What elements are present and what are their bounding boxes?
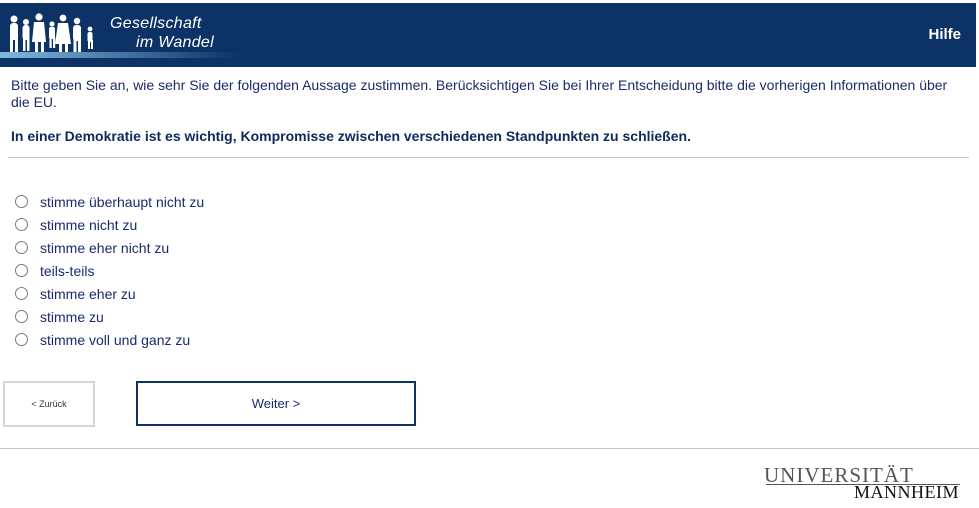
logo-text-line1: Gesellschaft	[110, 15, 202, 32]
logo-text-line2: im Wandel	[136, 34, 214, 51]
gesellschaft-im-wandel-logo: Gesellschaft im Wandel	[0, 3, 240, 67]
next-button[interactable]: Weiter >	[136, 381, 416, 426]
radio-button[interactable]	[15, 241, 28, 254]
option-stimme-zu[interactable]: stimme zu	[15, 305, 204, 328]
option-label: stimme eher zu	[40, 285, 136, 302]
university-mannheim-logo: UNIVERSITÄT MANNHEIM	[764, 463, 964, 502]
option-stimme-ueberhaupt-nicht-zu[interactable]: stimme überhaupt nicht zu	[15, 190, 204, 213]
option-stimme-eher-nicht-zu[interactable]: stimme eher nicht zu	[15, 236, 204, 259]
radio-button[interactable]	[15, 287, 28, 300]
option-stimme-nicht-zu[interactable]: stimme nicht zu	[15, 213, 204, 236]
option-label: stimme nicht zu	[40, 216, 138, 233]
option-stimme-voll-und-ganz-zu[interactable]: stimme voll und ganz zu	[15, 328, 204, 351]
option-label: stimme voll und ganz zu	[40, 331, 191, 348]
back-button[interactable]: < Zurück	[3, 381, 95, 427]
answer-options: stimme überhaupt nicht zu stimme nicht z…	[15, 190, 204, 351]
question-statement: In einer Demokratie ist es wichtig, Komp…	[11, 128, 691, 144]
radio-button[interactable]	[15, 310, 28, 323]
radio-button[interactable]	[15, 195, 28, 208]
question-instructions: Bitte geben Sie an, wie sehr Sie der fol…	[11, 77, 948, 110]
footer-divider	[0, 448, 979, 449]
option-stimme-eher-zu[interactable]: stimme eher zu	[15, 282, 204, 305]
help-link[interactable]: Hilfe	[928, 26, 961, 43]
option-teils-teils[interactable]: teils-teils	[15, 259, 204, 282]
divider	[8, 157, 969, 158]
option-label: stimme überhaupt nicht zu	[40, 193, 205, 210]
option-label: stimme eher nicht zu	[40, 239, 170, 256]
radio-button[interactable]	[15, 218, 28, 231]
header-bar: Gesellschaft im Wandel Hilfe	[0, 3, 976, 67]
option-label: teils-teils	[40, 262, 95, 279]
radio-button[interactable]	[15, 333, 28, 346]
radio-button[interactable]	[15, 264, 28, 277]
option-label: stimme zu	[40, 308, 104, 325]
logo-mannheim-text: MANNHEIM	[854, 482, 959, 502]
